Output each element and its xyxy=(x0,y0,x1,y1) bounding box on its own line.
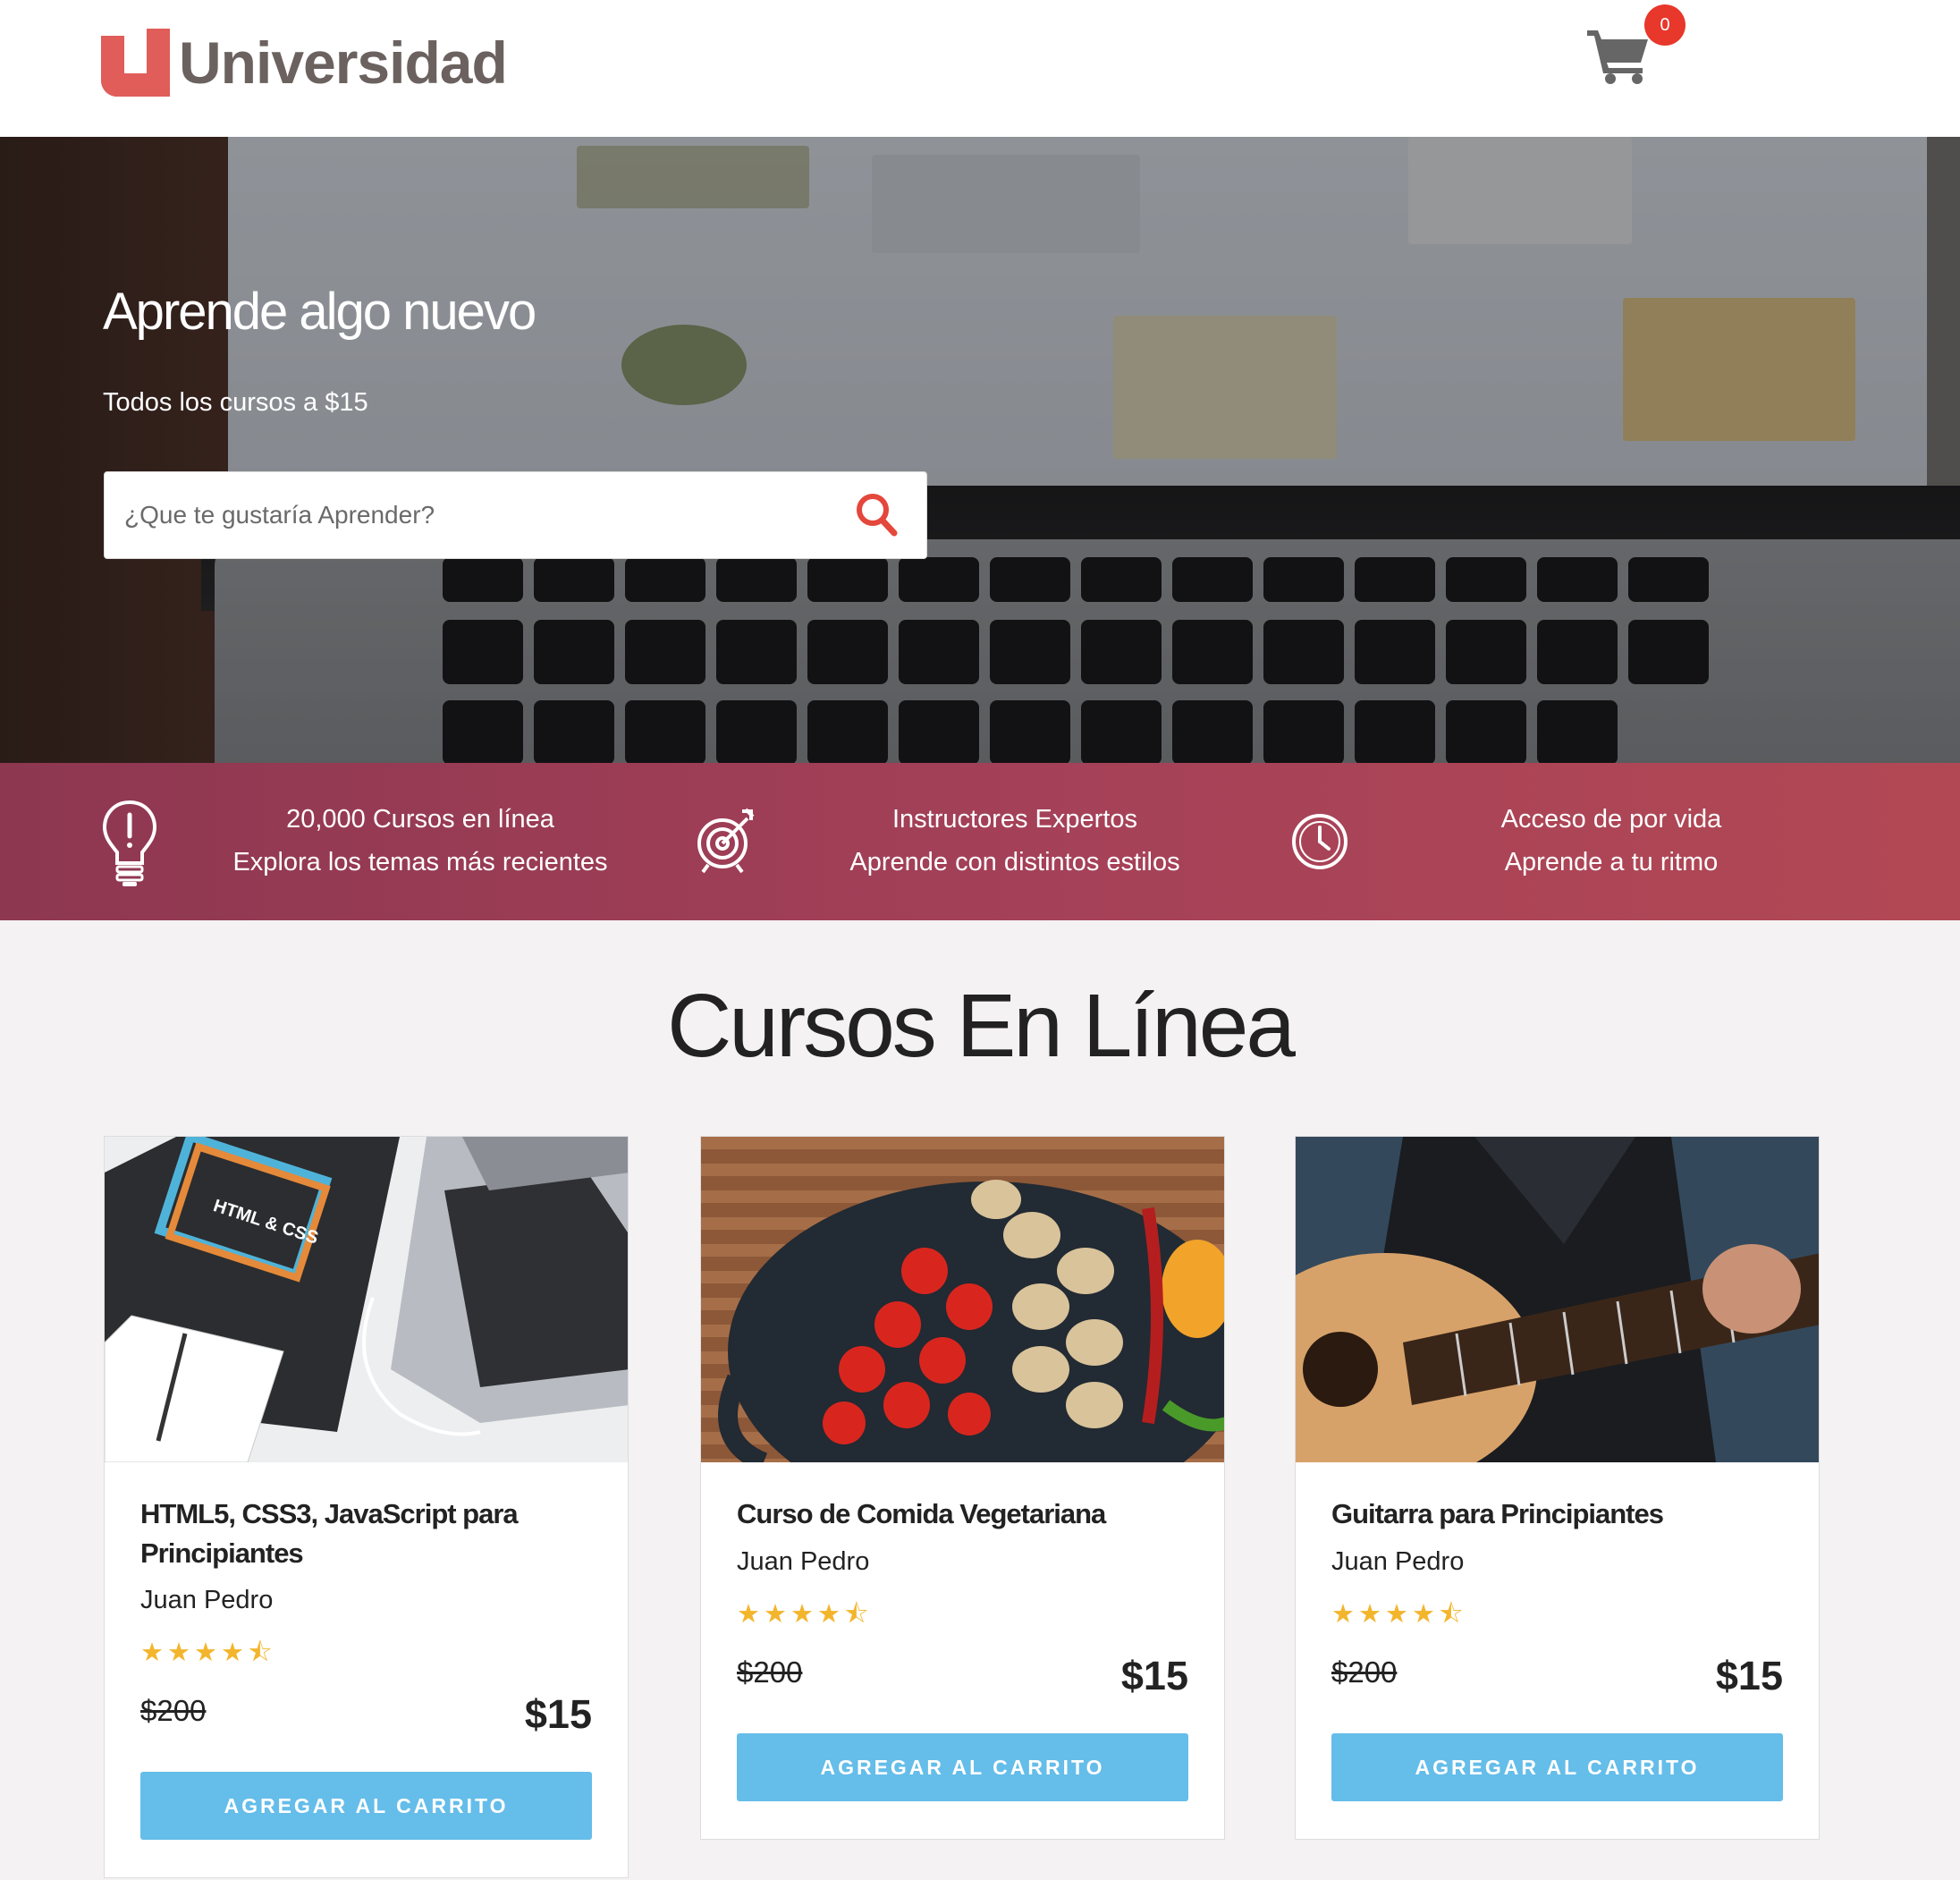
course-card: Guitarra para Principiantes Juan Pedro ★… xyxy=(1295,1136,1820,1840)
course-old-price: $200 xyxy=(1331,1656,1398,1689)
feature-courses-title: 20,000 Cursos en línea xyxy=(286,805,554,834)
add-to-cart-button[interactable]: AGREGAR AL CARRITO xyxy=(1331,1733,1783,1801)
hero-overlay xyxy=(0,137,1960,763)
course-title[interactable]: HTML5, CSS3, JavaScript para Principiant… xyxy=(140,1495,587,1573)
course-price: $15 xyxy=(1120,1653,1188,1698)
feature-courses-subtitle: Explora los temas más recientes xyxy=(232,848,608,876)
course-image-html-css[interactable]: HTML & CSS xyxy=(105,1137,628,1462)
course-author: Juan Pedro xyxy=(140,1586,274,1614)
course-author: Juan Pedro xyxy=(1331,1547,1465,1576)
course-price: $15 xyxy=(524,1691,592,1737)
course-rating-stars: ★★★★⯪ xyxy=(737,1600,873,1629)
course-image-guitar[interactable] xyxy=(1296,1137,1819,1462)
add-to-cart-button[interactable]: AGREGAR AL CARRITO xyxy=(140,1772,592,1840)
course-author: Juan Pedro xyxy=(737,1547,870,1576)
course-title[interactable]: Guitarra para Principiantes xyxy=(1331,1495,1778,1534)
search-box xyxy=(104,471,927,559)
search-icon[interactable] xyxy=(854,491,899,538)
logo-mark-icon xyxy=(101,29,170,97)
course-rating-stars: ★★★★⯪ xyxy=(1331,1600,1467,1629)
cart-count-badge: 0 xyxy=(1644,4,1685,46)
feature-courses: 20,000 Cursos en línea Explora los temas… xyxy=(206,798,635,884)
hero-title: Aprende algo nuevo xyxy=(103,283,536,341)
hero-subtitle: Todos los cursos a $15 xyxy=(103,388,368,417)
course-card: Curso de Comida Vegetariana Juan Pedro ★… xyxy=(700,1136,1225,1840)
feature-instructors: Instructores Expertos Aprende con distin… xyxy=(800,798,1229,884)
course-title[interactable]: Curso de Comida Vegetariana xyxy=(737,1495,1184,1534)
feature-instructors-subtitle: Aprende con distintos estilos xyxy=(849,848,1180,876)
course-rating-stars: ★★★★⯪ xyxy=(140,1639,276,1667)
site-header: Universidad 0 xyxy=(0,0,1960,137)
course-price: $15 xyxy=(1715,1653,1783,1698)
course-old-price: $200 xyxy=(140,1694,207,1727)
course-image-vegetarian[interactable] xyxy=(701,1137,1224,1462)
feature-instructors-title: Instructores Expertos xyxy=(892,805,1137,834)
lightbulb-icon xyxy=(102,800,157,886)
add-to-cart-button[interactable]: AGREGAR AL CARRITO xyxy=(737,1733,1188,1801)
clock-icon xyxy=(1292,814,1348,869)
section-title: Cursos En Línea xyxy=(667,976,1296,1076)
hero-banner xyxy=(0,137,1960,763)
feature-access-subtitle: Aprende a tu ritmo xyxy=(1504,848,1719,876)
course-card: HTML & CSS HTML5, CSS3, JavaScript para … xyxy=(104,1136,629,1878)
feature-access-title: Acceso de por vida xyxy=(1500,805,1722,834)
brand-logo[interactable]: Universidad xyxy=(101,29,508,97)
shopping-cart-icon[interactable] xyxy=(1587,23,1652,84)
course-old-price: $200 xyxy=(737,1656,803,1689)
feature-access: Acceso de por vida Aprende a tu ritmo xyxy=(1397,798,1826,884)
search-input[interactable] xyxy=(124,472,840,558)
brand-name: Universidad xyxy=(179,30,508,96)
target-icon xyxy=(697,808,755,874)
